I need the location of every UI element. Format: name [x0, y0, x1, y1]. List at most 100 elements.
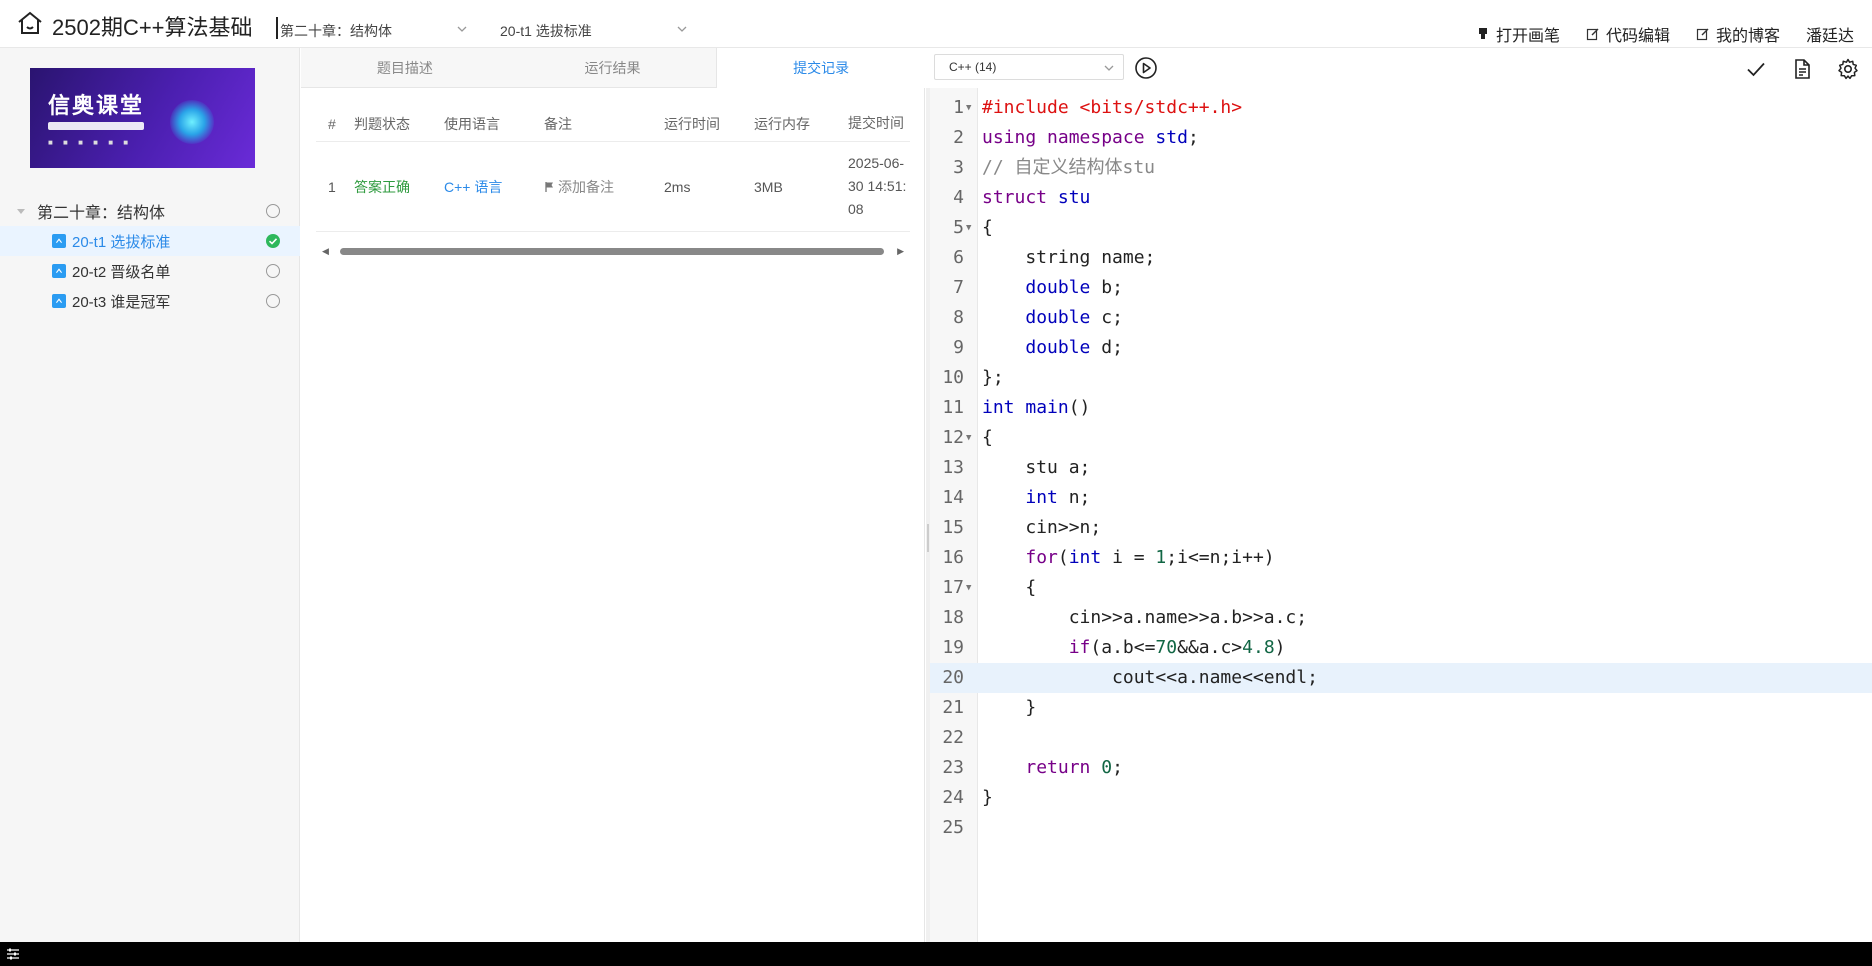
line-number: 19: [942, 637, 964, 658]
check-circle-icon: [266, 234, 280, 248]
code-line[interactable]: 18 cin>>a.name>>a.b>>a.c;: [930, 603, 1872, 633]
scroll-right-icon[interactable]: ▶: [897, 246, 904, 257]
table-row[interactable]: 1 答案正确 C++ 语言 添加备注 2ms 3MB 2025-06-30 14…: [316, 142, 910, 232]
add-note-button[interactable]: 添加备注: [544, 177, 664, 197]
run-play-icon[interactable]: [1134, 56, 1158, 80]
line-number: 11: [942, 397, 964, 418]
code-line[interactable]: 22: [930, 723, 1872, 753]
code-editor-panel: C++ (14) 1 ▼ #include <bits/stdc++.h> 2 …: [926, 48, 1872, 942]
code-token: 0: [1101, 757, 1113, 778]
code-line[interactable]: 16 for(int i = 1;i<=n;i++): [930, 543, 1872, 573]
code-text: double c;: [982, 303, 1123, 333]
fold-toggle-icon[interactable]: ▼: [966, 423, 971, 453]
code-line[interactable]: 3 // 自定义结构体stu: [930, 153, 1872, 183]
table-horizontal-scrollbar[interactable]: ◀ ▶: [316, 244, 910, 258]
code-line[interactable]: 4 struct stu: [930, 183, 1872, 213]
fold-toggle-icon[interactable]: ▼: [966, 213, 971, 243]
top-bar: 2502期C++算法基础 第二十章：结构体 20-t1 选拔标准 打开画笔 代码…: [0, 0, 1872, 48]
add-note-label: 添加备注: [558, 178, 614, 195]
code-line[interactable]: 19 if(a.b<=70&&a.c>4.8): [930, 633, 1872, 663]
submit-check-icon[interactable]: [1744, 57, 1768, 81]
code-token: {: [982, 217, 993, 238]
code-line[interactable]: 9 double d;: [930, 333, 1872, 363]
code-line[interactable]: 12 ▼ {: [930, 423, 1872, 453]
code-token: stu: [1057, 187, 1091, 208]
row-language[interactable]: C++ 语言: [444, 177, 544, 197]
code-line[interactable]: 17 ▼ {: [930, 573, 1872, 603]
code-line[interactable]: 11 int main(): [930, 393, 1872, 423]
code-edit-button[interactable]: 代码编辑: [1586, 22, 1670, 46]
code-token: &&a.c>: [1177, 637, 1243, 658]
row-submitted: 2025-06-30 14:51:08: [848, 155, 907, 217]
code-token: d;: [1090, 337, 1123, 358]
top-actions: 打开画笔 代码编辑 我的博客 潘廷达: [1476, 22, 1854, 46]
code-line[interactable]: 1 ▼ #include <bits/stdc++.h>: [930, 93, 1872, 123]
code-line[interactable]: 20 cout<<a.name<<endl;: [930, 663, 1872, 693]
edit-icon: [1586, 28, 1599, 41]
chapter-select-value: 第二十章：结构体: [280, 23, 392, 39]
code-line[interactable]: 7 double b;: [930, 273, 1872, 303]
code-line[interactable]: 24}: [930, 783, 1872, 813]
code-token: stu a;: [982, 457, 1091, 478]
code-line[interactable]: 5 ▼ {: [930, 213, 1872, 243]
code-line[interactable]: 8 double c;: [930, 303, 1872, 333]
code-text: int main(): [982, 393, 1090, 423]
code-token: cin>>a.name>>a.b>>a.c;: [982, 607, 1308, 628]
scroll-left-icon[interactable]: ◀: [322, 246, 329, 257]
line-number: 1: [953, 97, 964, 118]
tree-item-20-t2[interactable]: 20-t2 晋级名单: [0, 256, 300, 286]
document-icon[interactable]: [1790, 57, 1814, 81]
code-line[interactable]: 14 int n;: [930, 483, 1872, 513]
chapter-select[interactable]: 第二十章：结构体: [280, 21, 470, 41]
code-text: }: [982, 693, 1036, 723]
tab-run-result[interactable]: 运行结果: [509, 48, 717, 87]
code-line[interactable]: 21 }: [930, 693, 1872, 723]
gear-icon[interactable]: [1836, 57, 1860, 81]
tab-submissions[interactable]: 提交记录: [716, 48, 926, 88]
code-edit-label: 代码编辑: [1605, 28, 1670, 45]
code-token: n;: [1057, 487, 1091, 508]
tree-item-20-t3[interactable]: 20-t3 谁是冠军: [0, 286, 300, 316]
user-name[interactable]: 潘廷达: [1806, 22, 1854, 46]
code-line[interactable]: 15 cin>>n;: [930, 513, 1872, 543]
tree-item-20-t1[interactable]: 20-t1 选拔标准: [0, 226, 300, 256]
settings-sliders-icon[interactable]: [6, 948, 20, 960]
banner-decoration: ■ ■ ■ ■ ■ ■: [48, 138, 133, 147]
code-line[interactable]: 10};: [930, 363, 1872, 393]
fold-toggle-icon[interactable]: ▼: [966, 573, 971, 603]
line-number: 22: [942, 727, 964, 748]
open-pen-button[interactable]: 打开画笔: [1476, 22, 1560, 46]
tree-chapter[interactable]: 第二十章：结构体: [0, 196, 300, 226]
text-caret: [276, 17, 278, 39]
row-memory: 3MB: [754, 178, 783, 195]
home-icon[interactable]: [16, 10, 44, 36]
my-blog-button[interactable]: 我的博客: [1696, 22, 1780, 46]
language-select[interactable]: C++ (14): [934, 54, 1124, 80]
code-text: #include <bits/stdc++.h>: [982, 93, 1242, 123]
code-token: int: [982, 397, 1015, 418]
chevron-down-icon: [677, 26, 687, 32]
row-status[interactable]: 答案正确: [354, 177, 444, 197]
table-header: # 判题状态 使用语言 备注 运行时间 运行内存 提交时间: [316, 106, 910, 142]
header-submitted: 提交时间: [848, 115, 904, 131]
code-line[interactable]: 6 string name;: [930, 243, 1872, 273]
code-text: {: [982, 213, 993, 243]
code-area[interactable]: 1 ▼ #include <bits/stdc++.h> 2 using namespa…: [930, 93, 1872, 843]
banner-planet: [170, 100, 214, 144]
scrollbar-thumb[interactable]: [340, 248, 884, 255]
code-line[interactable]: 13 stu a;: [930, 453, 1872, 483]
my-blog-label: 我的博客: [1715, 28, 1780, 45]
banner-title: 信奥课堂: [48, 93, 145, 118]
code-line[interactable]: 23 return 0;: [930, 753, 1872, 783]
tab-description[interactable]: 题目描述: [301, 48, 509, 87]
fold-toggle-icon[interactable]: ▼: [966, 93, 971, 123]
problem-select[interactable]: 20-t1 选拔标准: [500, 21, 690, 41]
code-line[interactable]: 2 using namespace std;: [930, 123, 1872, 153]
code-text: };: [982, 363, 1004, 393]
problem-select-value: 20-t1 选拔标准: [500, 23, 592, 39]
code-line[interactable]: 25: [930, 813, 1872, 843]
line-number: 20: [942, 667, 964, 688]
code-token: (): [1068, 397, 1091, 418]
